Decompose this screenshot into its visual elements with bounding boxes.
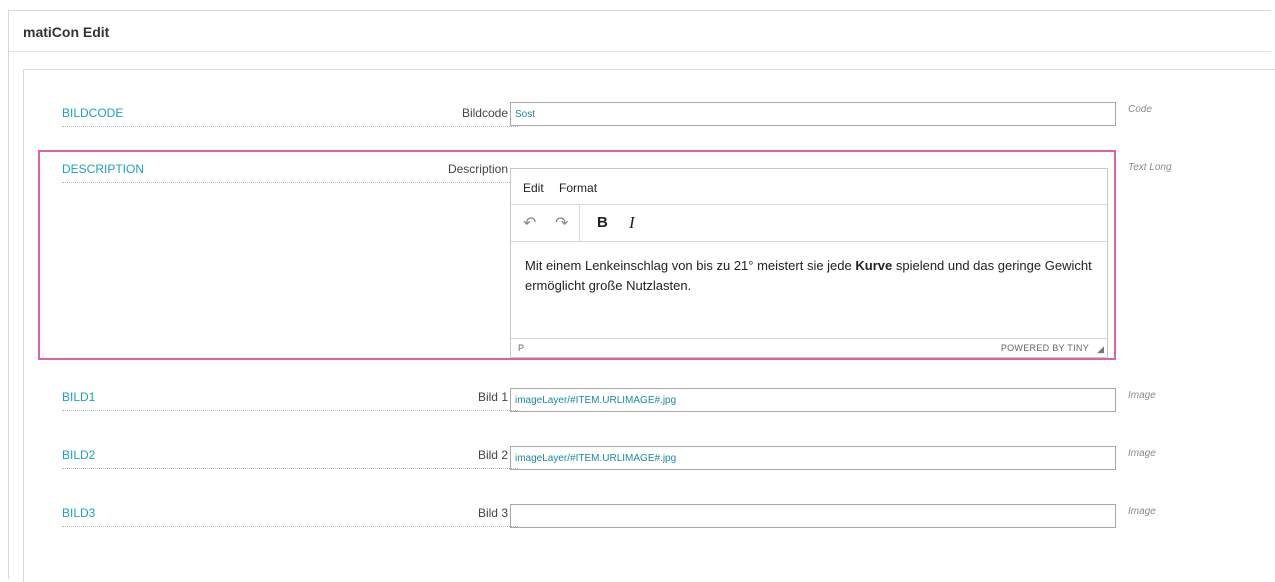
type-description: Text Long [1128, 162, 1172, 173]
field-name-bildcode: BILDCODE [62, 106, 518, 127]
content-text-before: Mit einem Lenkeinschlag von bis zu 21° m… [525, 258, 856, 273]
description-editor[interactable]: Edit Format ↶ ↷ B I Mit einem Lenkeinsch… [510, 168, 1108, 358]
menu-edit[interactable]: Edit [523, 181, 544, 195]
resize-handle-icon[interactable]: ◢ [1097, 344, 1104, 355]
type-bildcode: Code [1128, 104, 1152, 115]
caption-bildcode: Bildcode [461, 106, 508, 120]
type-bild3: Image [1128, 506, 1156, 517]
caption-bild2: Bild 2 [477, 448, 508, 462]
title-bar: matiCon Edit [9, 11, 1271, 52]
italic-button[interactable]: I [629, 213, 635, 233]
edit-window: matiCon Edit BILDCODE Bildcode Sost Code… [8, 10, 1275, 582]
powered-by-tiny[interactable]: POWERED BY TINY [1001, 343, 1089, 353]
toolbar-separator [579, 205, 580, 241]
editor-toolbar: ↶ ↷ B I [511, 205, 1107, 242]
undo-icon[interactable]: ↶ [523, 213, 536, 233]
form-panel: BILDCODE Bildcode Sost Code DESCRIPTION … [23, 69, 1275, 582]
bold-button[interactable]: B [597, 214, 608, 231]
field-name-bild1: BILD1 [62, 390, 518, 411]
type-bild1: Image [1128, 390, 1156, 401]
menu-format[interactable]: Format [559, 181, 597, 195]
redo-icon[interactable]: ↷ [555, 213, 568, 233]
bild3-input[interactable] [510, 504, 1116, 528]
element-path[interactable]: P [518, 343, 524, 353]
editor-statusbar: P POWERED BY TINY ◢ [511, 338, 1107, 357]
bild2-input[interactable]: imageLayer/#ITEM.URLIMAGE#.jpg [510, 446, 1116, 470]
field-name-bild3: BILD3 [62, 506, 518, 527]
caption-bild3: Bild 3 [477, 506, 508, 520]
caption-bild1: Bild 1 [477, 390, 508, 404]
editor-menubar: Edit Format [511, 169, 1107, 205]
content-text-bold: Kurve [855, 258, 893, 273]
bild1-input[interactable]: imageLayer/#ITEM.URLIMAGE#.jpg [510, 388, 1116, 412]
field-name-bild2: BILD2 [62, 448, 518, 469]
editor-content[interactable]: Mit einem Lenkeinschlag von bis zu 21° m… [511, 242, 1107, 338]
bildcode-input[interactable]: Sost [510, 102, 1116, 126]
window-title: matiCon Edit [23, 24, 110, 40]
type-bild2: Image [1128, 448, 1156, 459]
caption-description: Description [447, 162, 508, 176]
